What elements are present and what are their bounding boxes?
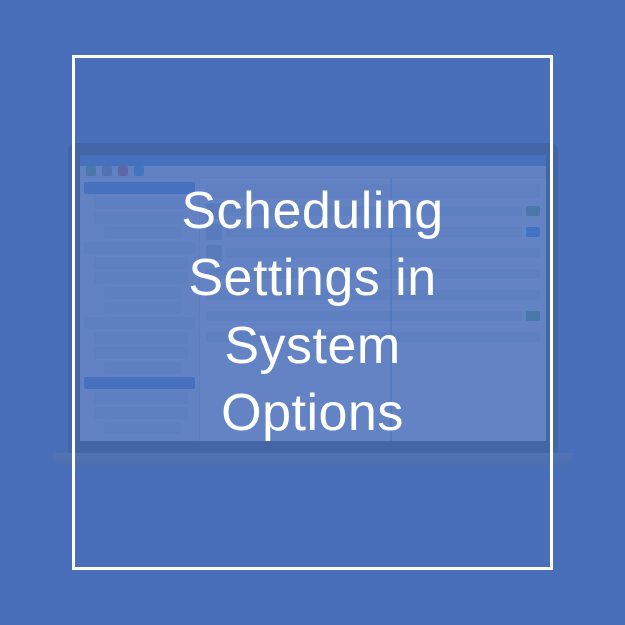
card-title: Scheduling Settings in System Options <box>181 177 443 447</box>
